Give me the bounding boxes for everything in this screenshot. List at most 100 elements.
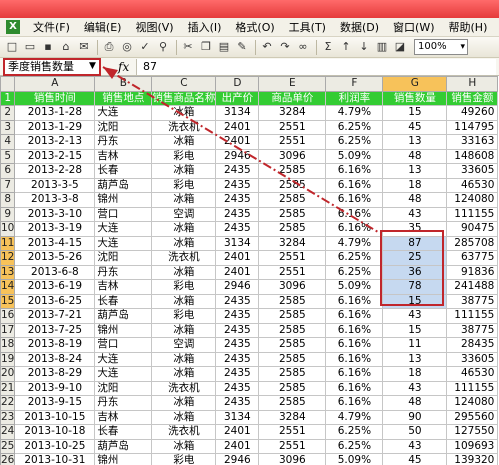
cell[interactable]: 3134 [215, 105, 260, 121]
cell[interactable]: 2013-6-8 [14, 264, 96, 280]
cell[interactable]: 丹东 [94, 395, 153, 411]
cell[interactable]: 洗衣机 [151, 119, 217, 135]
cell[interactable]: 冰箱 [151, 351, 217, 367]
column-header-h[interactable]: H [446, 76, 499, 92]
row-header[interactable]: 5 [0, 148, 16, 164]
cell[interactable]: 46530 [446, 366, 499, 382]
cell[interactable]: 冰箱 [151, 235, 217, 251]
cell[interactable]: 出产价 [215, 90, 260, 106]
cell[interactable]: 冰箱 [151, 221, 217, 237]
cell[interactable]: 2585 [258, 177, 327, 193]
cell[interactable]: 2013-1-29 [14, 119, 96, 135]
cell[interactable]: 洗衣机 [151, 424, 217, 440]
cell[interactable]: 3284 [258, 105, 327, 121]
row-header[interactable]: 21 [0, 380, 16, 396]
cell[interactable]: 长春 [94, 163, 153, 179]
chart-icon[interactable]: ▥ [374, 39, 390, 55]
cut-icon[interactable]: ✂ [180, 39, 196, 55]
cell[interactable]: 长春 [94, 424, 153, 440]
cell[interactable]: 2551 [258, 119, 327, 135]
sort-asc-icon[interactable]: ↑ [338, 39, 354, 55]
cell[interactable]: 13 [382, 134, 448, 150]
cell[interactable]: 49260 [446, 105, 499, 121]
cell[interactable]: 3134 [215, 409, 260, 425]
cell[interactable]: 2401 [215, 119, 260, 135]
menu-item[interactable]: 数据(D) [333, 18, 386, 37]
cell[interactable]: 33605 [446, 163, 499, 179]
cell[interactable]: 127550 [446, 424, 499, 440]
print-preview-icon[interactable]: ◎ [119, 39, 135, 55]
cell[interactable]: 2013-4-15 [14, 235, 96, 251]
cell[interactable]: 吉林 [94, 409, 153, 425]
row-header[interactable]: 15 [0, 293, 16, 309]
cell[interactable]: 2013-2-15 [14, 148, 96, 164]
cell[interactable]: 124080 [446, 192, 499, 208]
cell[interactable]: 丹东 [94, 264, 153, 280]
cell[interactable]: 6.25% [325, 438, 384, 454]
cell[interactable]: 2435 [215, 221, 260, 237]
print-icon[interactable]: ⎙ [101, 39, 117, 55]
cell[interactable]: 冰箱 [151, 409, 217, 425]
cell[interactable]: 葫芦岛 [94, 438, 153, 454]
cell[interactable]: 2013-9-10 [14, 380, 96, 396]
row-header[interactable]: 12 [0, 250, 16, 266]
cell[interactable]: 冰箱 [151, 163, 217, 179]
row-header[interactable]: 23 [0, 409, 16, 425]
row-header[interactable]: 14 [0, 279, 16, 295]
cell[interactable]: 6.16% [325, 206, 384, 222]
cell[interactable]: 2585 [258, 308, 327, 324]
row-header[interactable]: 16 [0, 308, 16, 324]
copy-icon[interactable]: ❐ [198, 39, 214, 55]
column-header-c[interactable]: C [151, 76, 217, 92]
cell[interactable]: 冰箱 [151, 293, 217, 309]
cell[interactable]: 2013-10-18 [14, 424, 96, 440]
cell[interactable]: 6.16% [325, 351, 384, 367]
cell[interactable]: 241488 [446, 279, 499, 295]
cell[interactable]: 33605 [446, 351, 499, 367]
cell[interactable]: 6.16% [325, 395, 384, 411]
cell[interactable]: 48 [382, 148, 448, 164]
cell[interactable]: 124080 [446, 395, 499, 411]
cell[interactable]: 28435 [446, 337, 499, 353]
cell[interactable]: 锦州 [94, 192, 153, 208]
cell[interactable]: 6.16% [325, 322, 384, 338]
cell[interactable]: 5.09% [325, 148, 384, 164]
cell[interactable]: 90475 [446, 221, 499, 237]
cell[interactable]: 2435 [215, 351, 260, 367]
cell[interactable]: 冰箱 [151, 134, 217, 150]
cell[interactable]: 2013-3-10 [14, 206, 96, 222]
menu-item[interactable]: 视图(V) [128, 18, 180, 37]
name-box[interactable]: 季度销售数量 [3, 58, 101, 76]
row-header[interactable]: 26 [0, 453, 16, 465]
autosum-icon[interactable]: Σ [320, 39, 336, 55]
fx-icon[interactable]: fx [118, 60, 129, 74]
cell[interactable]: 3096 [258, 453, 327, 465]
cell[interactable]: 78 [382, 279, 448, 295]
row-header[interactable]: 18 [0, 337, 16, 353]
cell[interactable]: 2585 [258, 192, 327, 208]
cell[interactable]: 2585 [258, 322, 327, 338]
cell[interactable]: 3284 [258, 409, 327, 425]
column-header-a[interactable]: A [14, 76, 96, 92]
column-header-g[interactable]: G [382, 76, 448, 92]
cell[interactable]: 2585 [258, 366, 327, 382]
cell[interactable]: 2013-3-19 [14, 221, 96, 237]
cell[interactable]: 15 [382, 293, 448, 309]
cell[interactable]: 2013-5-26 [14, 250, 96, 266]
cell[interactable]: 6.16% [325, 380, 384, 396]
row-header[interactable]: 11 [0, 235, 16, 251]
cell[interactable]: 15 [382, 322, 448, 338]
cell[interactable]: 114795 [446, 119, 499, 135]
cell[interactable]: 6.16% [325, 192, 384, 208]
cell[interactable]: 2013-2-28 [14, 163, 96, 179]
cell[interactable]: 148608 [446, 148, 499, 164]
cell[interactable]: 2435 [215, 192, 260, 208]
cell[interactable]: 2013-2-13 [14, 134, 96, 150]
cell[interactable]: 11 [382, 337, 448, 353]
row-header[interactable]: 6 [0, 163, 16, 179]
cell[interactable]: 6.25% [325, 424, 384, 440]
cell[interactable]: 285708 [446, 235, 499, 251]
row-header[interactable]: 22 [0, 395, 16, 411]
cell[interactable]: 彩电 [151, 177, 217, 193]
cell[interactable]: 2013-1-28 [14, 105, 96, 121]
